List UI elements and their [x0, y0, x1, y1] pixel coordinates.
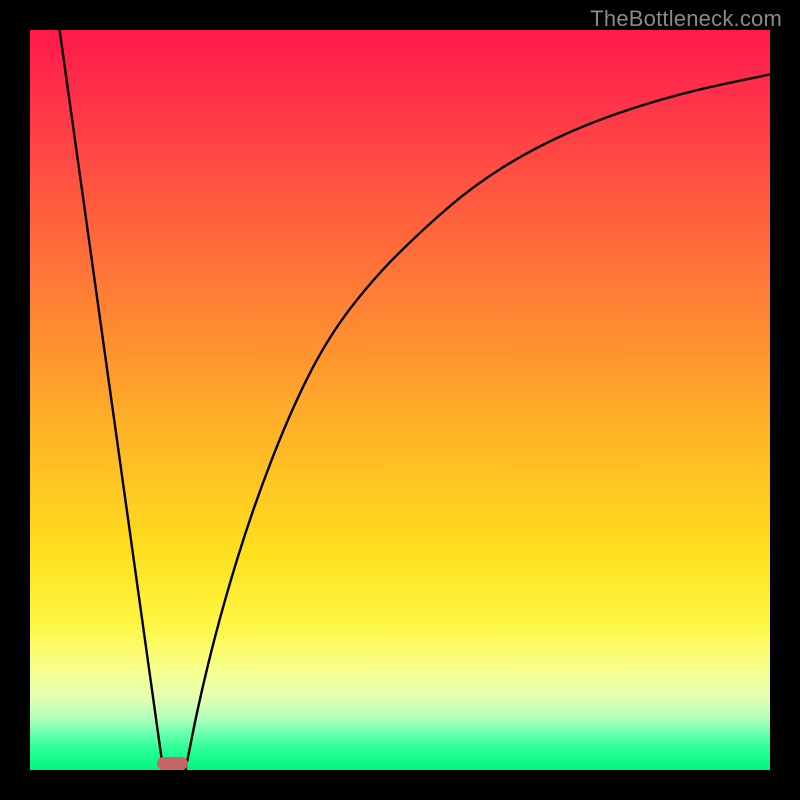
optimal-marker — [157, 757, 188, 770]
bottleneck-curve — [30, 30, 770, 770]
chart-frame: TheBottleneck.com — [0, 0, 800, 800]
plot-area — [30, 30, 770, 770]
watermark-text: TheBottleneck.com — [590, 6, 782, 32]
